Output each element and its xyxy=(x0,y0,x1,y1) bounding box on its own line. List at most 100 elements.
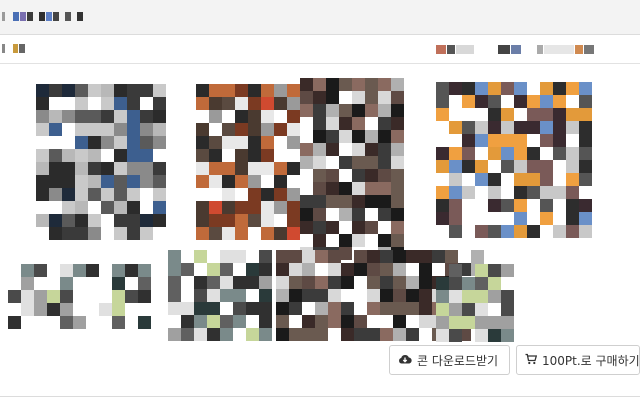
preview-pixel xyxy=(101,188,114,201)
preview-pixel xyxy=(194,250,207,263)
preview-pixel xyxy=(127,110,140,123)
preview-pixel xyxy=(339,130,352,143)
preview-pixel xyxy=(62,84,75,97)
preview-pixel xyxy=(127,123,140,136)
preview-pixel xyxy=(326,143,339,156)
preview-pixel xyxy=(527,225,540,238)
preview-pixel xyxy=(419,315,432,328)
preview-pixel xyxy=(391,104,404,117)
preview-pixel xyxy=(328,289,341,302)
preview-pixel xyxy=(380,263,393,276)
preview-pixel xyxy=(287,162,300,175)
preview-pixel xyxy=(471,250,484,263)
preview-pixel xyxy=(378,169,391,182)
preview-pixel xyxy=(114,149,127,162)
preview-pixel xyxy=(514,199,527,212)
preview-pixel xyxy=(209,149,222,162)
preview-pixel xyxy=(501,316,514,329)
preview-pixel xyxy=(501,264,514,277)
preview-pixel xyxy=(365,143,378,156)
preview-pixel xyxy=(436,212,449,225)
preview-pixel xyxy=(579,212,592,225)
preview-pixel xyxy=(365,91,378,104)
preview-pixel xyxy=(75,175,88,188)
preview-pixel xyxy=(328,276,341,289)
preview-pixel xyxy=(449,82,462,95)
preview-pixel xyxy=(60,277,73,290)
preview-pixel xyxy=(339,117,352,130)
preview-pixel xyxy=(300,104,313,117)
preview-pixel xyxy=(328,263,341,276)
preview-pixel xyxy=(313,182,326,195)
preview-pixel xyxy=(194,302,207,315)
preview-pixel xyxy=(378,234,391,247)
preview-pixel xyxy=(209,84,222,97)
download-button-label: 콘 다운로드받기 xyxy=(417,353,499,368)
preview-pixel xyxy=(287,97,300,110)
preview-pixel xyxy=(235,227,248,240)
preview-pixel xyxy=(101,201,114,214)
preview-pixel xyxy=(88,175,101,188)
preview-pixel xyxy=(276,302,289,315)
preview-pixel xyxy=(196,149,209,162)
preview-pixel xyxy=(196,84,209,97)
preview-pixel xyxy=(222,201,235,214)
preview-pixel xyxy=(75,136,88,149)
preview-pixel xyxy=(406,276,419,289)
preview-pixel xyxy=(60,290,73,303)
download-button[interactable]: 콘 다운로드받기 xyxy=(389,345,510,375)
preview-pixel xyxy=(475,316,488,329)
preview-pixel xyxy=(313,156,326,169)
preview-pixel xyxy=(391,130,404,143)
preview-pixel xyxy=(579,82,592,95)
preview-pixel xyxy=(207,263,220,276)
top-toolbar xyxy=(0,0,640,35)
preview-pixel xyxy=(289,250,302,263)
preview-pixel xyxy=(194,276,207,289)
preview-pixel xyxy=(127,214,140,227)
preview-pixel xyxy=(62,201,75,214)
preview-pixel xyxy=(449,277,462,290)
preview-pixel xyxy=(300,195,313,208)
buy-button[interactable]: 100Pt.로 구매하기 xyxy=(516,345,640,375)
preview-pixel xyxy=(514,95,527,108)
preview-pixel xyxy=(339,156,352,169)
preview-pixel xyxy=(153,110,166,123)
preview-pixel xyxy=(449,173,462,186)
preview-pixel xyxy=(436,277,449,290)
preview-pixel xyxy=(514,134,527,147)
preview-pixel xyxy=(34,264,47,277)
preview-pixel xyxy=(235,175,248,188)
preview-pixel xyxy=(436,316,449,329)
preview-pixel xyxy=(276,276,289,289)
preview-pixel xyxy=(88,162,101,175)
preview-pixel xyxy=(248,97,261,110)
preview-pixel xyxy=(112,290,125,303)
preview-pixel xyxy=(514,121,527,134)
preview-pixel xyxy=(248,214,261,227)
preview-pixel xyxy=(21,277,34,290)
preview-pixel xyxy=(235,214,248,227)
preview-pixel xyxy=(326,78,339,91)
preview-pixel xyxy=(220,315,233,328)
preview-pixel xyxy=(436,147,449,160)
preview-pixel xyxy=(553,108,566,121)
preview-pixel xyxy=(579,160,592,173)
preview-pixel xyxy=(501,303,514,316)
preview-pixel xyxy=(527,121,540,134)
preview-pixel xyxy=(88,110,101,123)
preview-pixel xyxy=(488,134,501,147)
preview-pixel xyxy=(449,264,462,277)
preview-pixel xyxy=(300,78,313,91)
preview-pixel xyxy=(62,214,75,227)
preview-pixel xyxy=(501,225,514,238)
preview-pixel xyxy=(235,84,248,97)
preview-pixel xyxy=(352,130,365,143)
preview-pixel xyxy=(62,175,75,188)
preview-pixel xyxy=(138,316,151,329)
preview-pixel xyxy=(540,121,553,134)
preview-pixel xyxy=(36,97,49,110)
preview-pixel xyxy=(36,188,49,201)
preview-pixel xyxy=(101,175,114,188)
preview-pixel xyxy=(475,277,488,290)
